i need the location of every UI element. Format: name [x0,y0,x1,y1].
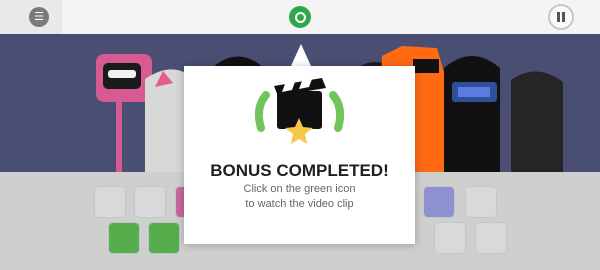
sound-icon-slot[interactable] [475,222,507,254]
bonus-video-button[interactable] [289,6,311,28]
hamburger-icon: ☰ [34,10,44,23]
pause-button[interactable] [548,4,574,30]
pause-icon-left [557,12,560,22]
sound-icon-slot[interactable] [434,222,466,254]
top-bar: ☰ [0,0,600,34]
pause-icon-right [562,12,565,22]
clapperboard-trophy-icon [254,78,345,144]
popup-message-line-1: Click on the green icon [243,183,356,195]
sound-icon-slot[interactable] [108,222,140,254]
sound-icon-slot[interactable] [134,186,166,218]
bonus-completed-popup: BONUS COMPLETED! Click on the green icon… [184,66,415,244]
popup-title: BONUS COMPLETED! [210,161,389,180]
sound-icon-slot[interactable] [423,186,455,218]
sound-icon-slot[interactable] [148,222,180,254]
popup-pointer [291,44,311,66]
menu-button[interactable]: ☰ [29,7,49,27]
popup-message-line-2: to watch the video clip [245,198,354,210]
sound-icon-slot[interactable] [94,186,126,218]
sound-icon-slot[interactable] [465,186,497,218]
